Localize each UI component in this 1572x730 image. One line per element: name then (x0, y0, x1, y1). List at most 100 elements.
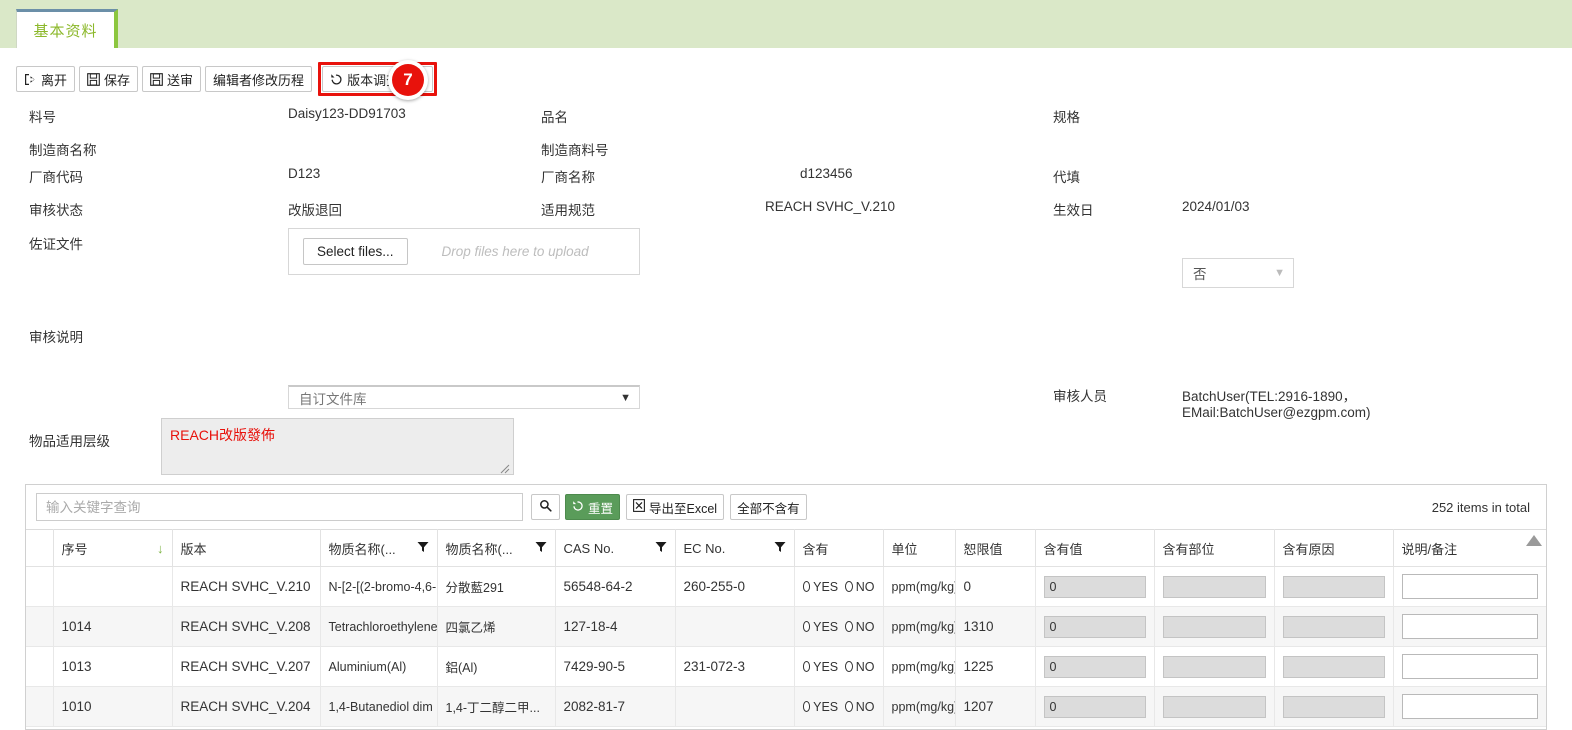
select-files-button[interactable]: Select files... (303, 238, 408, 265)
th-ec-no[interactable]: EC No. (675, 529, 795, 567)
content-part-input[interactable] (1162, 615, 1266, 638)
substance-table-head: 序号 ↓ 版本 物质名称(... 物质名称(... CAS No. EC No. … (26, 529, 1546, 567)
cell-row-select[interactable] (26, 686, 54, 727)
scroll-up-arrow[interactable] (1526, 535, 1542, 546)
tab-strip: 基本资料 (0, 0, 1572, 48)
cell-row-select[interactable] (26, 606, 54, 647)
th-seq[interactable]: 序号 ↓ (53, 529, 173, 567)
substance-table-scroll[interactable]: 序号 ↓ 版本 物质名称(... 物质名称(... CAS No. EC No. … (26, 529, 1546, 729)
radio-contains-yes[interactable] (802, 701, 811, 712)
cell-limit: 0 (955, 566, 1036, 607)
radio-contains-no[interactable] (845, 661, 853, 672)
cell-note (1393, 646, 1546, 687)
review-status-value: 改版退回 (288, 203, 342, 218)
content-reason-input[interactable] (1282, 615, 1385, 638)
save-button[interactable]: 保存 (79, 66, 139, 92)
filter-icon[interactable] (655, 541, 667, 556)
th-content-value[interactable]: 含有值 (1035, 529, 1155, 567)
th-substance-name-cn[interactable]: 物质名称(... (437, 529, 556, 567)
th-content-reason[interactable]: 含有原因 (1274, 529, 1394, 567)
content-value-input[interactable] (1043, 695, 1146, 718)
vendor-name-value: d123456 (800, 166, 853, 181)
note-input[interactable] (1401, 654, 1538, 679)
th-substance-name-en[interactable]: 物质名称(... (320, 529, 438, 567)
material-no-value: Daisy123-DD91703 (288, 106, 406, 121)
reset-label: 重置 (588, 501, 614, 516)
all-not-contained-button[interactable]: 全部不含有 (730, 494, 807, 520)
contains-yes-label: YES (813, 699, 839, 714)
radio-contains-yes[interactable] (802, 661, 811, 672)
tab-basic-info[interactable]: 基本资料 (16, 9, 118, 48)
th-note[interactable]: 说明/备注 (1393, 529, 1546, 567)
note-input[interactable] (1401, 574, 1538, 599)
applicable-spec-value: REACH SVHC_V.210 (765, 199, 896, 214)
th-select[interactable] (26, 529, 54, 567)
contains-yes-label: YES (813, 659, 839, 674)
sort-desc-icon[interactable]: ↓ (157, 541, 164, 556)
table-row[interactable]: 1013 REACH SVHC_V.207 Aluminium(Al) 鋁(Al) 74… (26, 646, 1546, 687)
note-input[interactable] (1401, 694, 1538, 719)
cell-limit: 1207 (955, 686, 1036, 727)
proxy-select[interactable]: 否 ▼ (1182, 258, 1294, 288)
radio-contains-no[interactable] (845, 701, 853, 712)
content-part-input[interactable] (1162, 695, 1266, 718)
cell-cas-no: 2082-81-7 (555, 686, 676, 727)
filter-icon[interactable] (535, 541, 547, 556)
radio-contains-no[interactable] (845, 621, 853, 632)
cell-row-select[interactable] (26, 566, 54, 607)
th-unit[interactable]: 单位 (883, 529, 956, 567)
material-no-label: 料号 (29, 110, 56, 125)
submit-review-label: 送审 (167, 72, 194, 88)
radio-contains-yes[interactable] (802, 621, 811, 632)
exit-icon (24, 73, 37, 86)
total-items-label: 252 items in total (1431, 499, 1530, 515)
file-dropzone[interactable]: Select files... Drop files here to uploa… (288, 228, 640, 275)
filter-icon[interactable] (774, 541, 786, 556)
all-not-contained-label: 全部不含有 (737, 501, 800, 516)
content-reason-input[interactable] (1282, 695, 1385, 718)
table-row[interactable]: REACH SVHC_V.210 N-[2-[(2-bromo-4,6- 分散藍29… (26, 566, 1546, 607)
review-note-textarea[interactable] (161, 418, 514, 475)
action-toolbar: 离开 保存 送审 编辑者修改历程 版本调查历程 (16, 62, 438, 96)
content-reason-input[interactable] (1282, 575, 1385, 598)
th-limit[interactable]: 恕限值 (955, 529, 1036, 567)
cell-note (1393, 566, 1546, 607)
save-label: 保存 (104, 72, 131, 88)
radio-contains-no[interactable] (845, 581, 853, 592)
content-reason-input[interactable] (1282, 655, 1385, 678)
table-row[interactable]: 1014 REACH SVHC_V.208 Tetrachloroethylene 四… (26, 606, 1546, 647)
cell-content-part (1154, 606, 1275, 647)
cell-version: REACH SVHC_V.210 (172, 566, 321, 607)
leave-button[interactable]: 离开 (16, 66, 76, 92)
submit-review-button[interactable]: 送审 (142, 66, 202, 92)
cell-substance-name-en: 1,4-Butanediol dim (320, 686, 438, 727)
search-input[interactable] (36, 493, 523, 521)
radio-contains-yes[interactable] (802, 581, 811, 592)
step-badge-7: 7 (388, 60, 428, 100)
th-version[interactable]: 版本 (172, 529, 321, 567)
table-row[interactable]: 1010 REACH SVHC_V.204 1,4-Butanediol dim 1,… (26, 686, 1546, 727)
content-part-input[interactable] (1162, 575, 1266, 598)
cell-cas-no: 7429-90-5 (555, 646, 676, 687)
editor-history-button[interactable]: 编辑者修改历程 (205, 66, 313, 92)
reset-button[interactable]: 重置 (565, 494, 621, 520)
th-contains[interactable]: 含有 (794, 529, 884, 567)
cell-row-select[interactable] (26, 646, 54, 687)
th-cas-no[interactable]: CAS No. (555, 529, 676, 567)
table-header-row: 序号 ↓ 版本 物质名称(... 物质名称(... CAS No. EC No. … (26, 529, 1546, 567)
content-part-input[interactable] (1162, 655, 1266, 678)
search-button[interactable] (531, 494, 560, 520)
content-value-input[interactable] (1043, 655, 1146, 678)
contains-no-label: NO (855, 579, 875, 594)
chevron-down-icon: ▼ (1274, 267, 1285, 279)
content-value-input[interactable] (1043, 615, 1146, 638)
filter-icon[interactable] (417, 541, 429, 556)
vendor-code-value: D123 (288, 166, 321, 181)
doc-library-select[interactable]: 自订文件库 ▼ (288, 385, 640, 409)
export-excel-button[interactable]: 导出至Excel (626, 494, 725, 520)
note-input[interactable] (1401, 614, 1538, 639)
th-content-part[interactable]: 含有部位 (1154, 529, 1275, 567)
cell-substance-name-en: N-[2-[(2-bromo-4,6- (320, 566, 438, 607)
substance-grid-panel: 重置 导出至Excel 全部不含有 252 items in total (25, 484, 1547, 730)
content-value-input[interactable] (1043, 575, 1146, 598)
